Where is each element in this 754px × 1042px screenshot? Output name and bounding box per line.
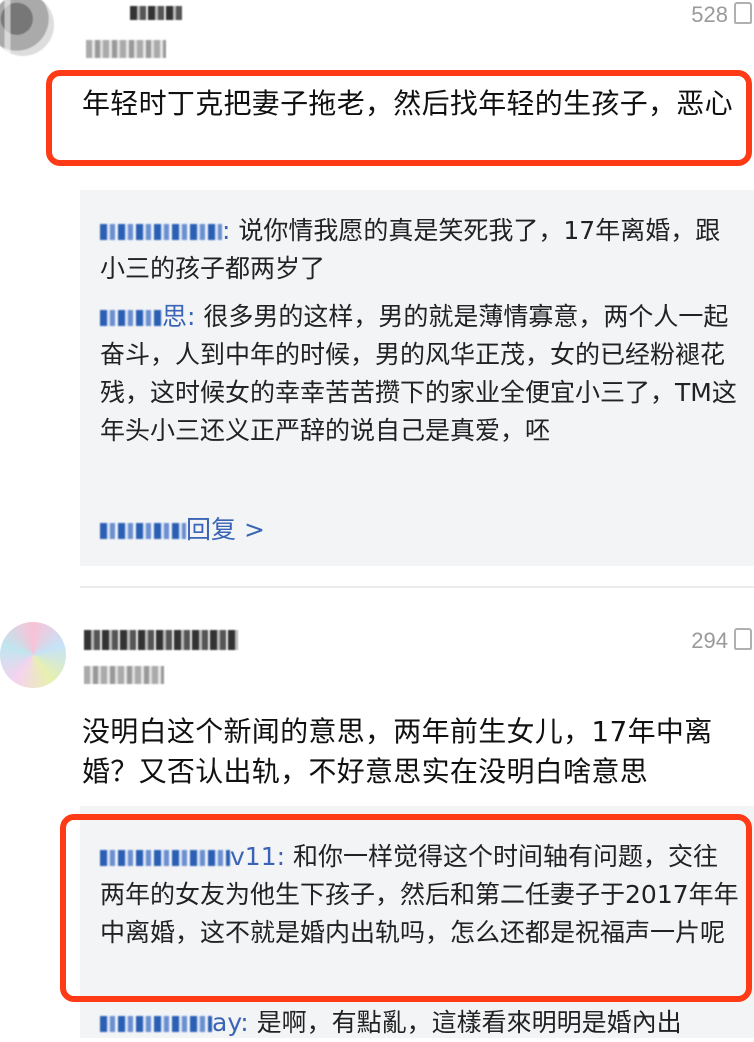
avatar[interactable] — [0, 0, 54, 56]
view-replies-link[interactable]: 回复 > — [100, 510, 265, 546]
like-button[interactable]: 294 — [691, 628, 752, 654]
avatar[interactable] — [0, 622, 66, 688]
reply-username-blurred[interactable] — [100, 310, 162, 326]
reply-count-blurred — [100, 523, 186, 539]
reply-box: : 说你情我愿的真是笑死我了，17年离婚，跟小三的孩子都两岁了 思: 很多男的这… — [80, 190, 754, 566]
reply-username-blurred[interactable] — [100, 224, 222, 240]
reply-item[interactable]: ay: 是啊，有點亂，這樣看來明明是婚內出 — [100, 1004, 754, 1042]
reply-item[interactable]: : 说你情我愿的真是笑死我了，17年离婚，跟小三的孩子都两岁了 — [100, 212, 740, 288]
thumbs-up-icon — [734, 628, 752, 650]
reply-item[interactable]: 思: 很多男的这样，男的就是薄情寡意，两个人一起奋斗，人到中年的时候，男的风华正… — [100, 298, 740, 450]
username-blurred[interactable] — [84, 630, 238, 650]
comment-text: 年轻时丁克把妻子拖老，然后找年轻的生孩子，恶心 — [82, 87, 733, 120]
comment-timestamp-blurred — [86, 40, 166, 58]
comment-timestamp-blurred — [84, 666, 164, 684]
comment-text: 没明白这个新闻的意思，两年前生女儿，17年中离婚？又否认出轨，不好意思实在没明白… — [82, 715, 713, 788]
like-count: 528 — [691, 2, 728, 27]
highlight-frame — [60, 814, 752, 1002]
thumbs-up-icon — [734, 2, 752, 24]
like-count: 294 — [691, 628, 728, 653]
username-blurred[interactable] — [130, 6, 182, 20]
reply-username-blurred[interactable] — [100, 1016, 212, 1032]
divider — [80, 586, 754, 588]
like-button[interactable]: 528 — [691, 2, 752, 28]
